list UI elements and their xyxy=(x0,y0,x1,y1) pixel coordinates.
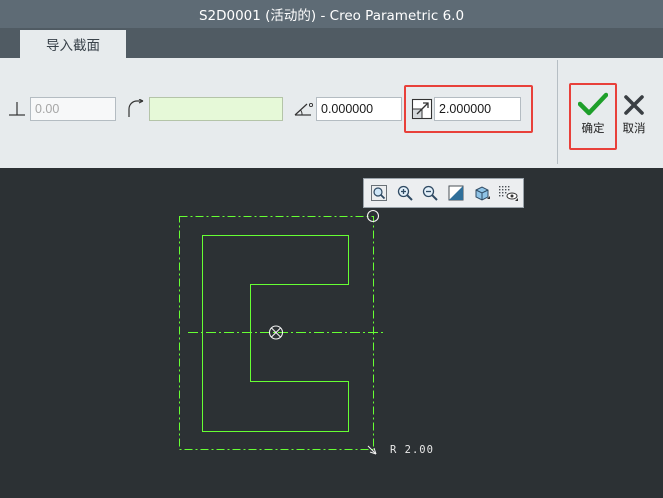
scale-handle xyxy=(367,445,377,455)
window-title-bar: S2D0001 (活动的) - Creo Parametric 6.0 xyxy=(0,0,663,28)
graphics-mini-toolbar xyxy=(363,178,524,208)
angle-icon xyxy=(294,102,314,116)
window-title: S2D0001 (活动的) - Creo Parametric 6.0 xyxy=(198,8,465,24)
ok-label: 确定 xyxy=(581,121,605,135)
rotation-angle-input[interactable] xyxy=(316,97,402,121)
zoom-out-icon[interactable] xyxy=(420,182,442,204)
tab-import-section[interactable]: 导入截面 xyxy=(20,30,126,58)
ribbon-separator xyxy=(557,60,558,164)
dimension-label: R 2.00 xyxy=(390,444,434,456)
graphics-canvas[interactable] xyxy=(0,168,663,498)
perpendicular-input[interactable] xyxy=(30,97,116,121)
repaint-icon[interactable] xyxy=(445,182,467,204)
cancel-button[interactable]: 取消 xyxy=(616,94,652,136)
tab-label: 导入截面 xyxy=(46,38,100,54)
arc-corner-icon xyxy=(128,99,144,117)
zoom-in-icon[interactable] xyxy=(394,182,416,204)
cancel-label: 取消 xyxy=(622,121,646,135)
reference-input[interactable] xyxy=(149,97,283,121)
scale-input[interactable] xyxy=(434,97,521,121)
display-style-icon[interactable] xyxy=(471,182,493,204)
scale-icon xyxy=(411,98,433,120)
sketch-display-filter-icon[interactable] xyxy=(497,182,519,204)
zoom-fit-icon[interactable] xyxy=(368,182,390,204)
perpendicular-icon xyxy=(9,102,25,116)
ok-button[interactable]: 确定 xyxy=(572,92,614,136)
close-icon xyxy=(624,95,644,115)
checkmark-icon xyxy=(578,92,608,116)
ribbon-tab-strip: 导入截面 xyxy=(0,28,663,58)
